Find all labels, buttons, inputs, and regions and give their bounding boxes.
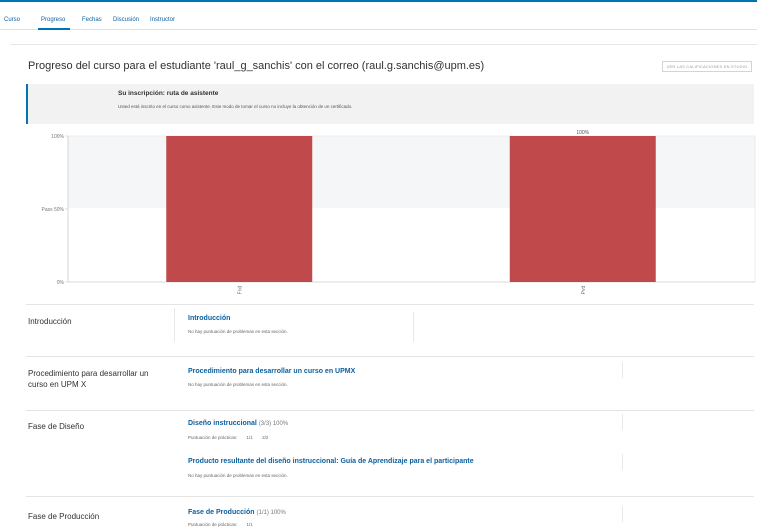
practice-score: 2/2 [262,435,269,440]
section-introduccion: Introducción [28,317,72,326]
subsection-score: (3/3) 100% [258,421,289,427]
subsection-column-divider [622,454,623,470]
subsection-link[interactable]: Producto resultante del diseño instrucci… [188,458,474,465]
subsection-column-divider [622,506,623,522]
subsection-score: (1/1) 100% [256,510,286,516]
subsection-column-divider [622,414,623,430]
section-divider [26,304,754,305]
tab-curso[interactable]: Curso [4,17,20,23]
x-tick-label: Fnd [237,285,243,294]
bar-data-label: 100% [576,130,589,136]
active-tab-indicator [38,28,70,30]
subsection-link[interactable]: Diseño instruccional [188,420,257,427]
progress-chart: 100% Pass 50% 0% Fnd 100% Pvd [41,130,756,294]
enrollment-title: Su inscripción: ruta de asistente [118,90,219,97]
subsection-note: No hay puntuación de problemas en esta s… [188,473,288,478]
tab-instructor[interactable]: Instructor [150,17,175,23]
page-title: Progreso del curso para el estudiante 'r… [28,60,485,72]
practice-scores: Puntuación de prácticas: 1/1 [188,522,261,527]
bar [166,136,313,282]
subsection-link[interactable]: Introducción [188,315,230,322]
practice-scores: Puntuación de prácticas: 1/1 2/2 [188,435,276,440]
section-procedimiento: Procedimiento para desarrollar un curso … [28,369,149,389]
bar [509,136,656,282]
view-grades-button[interactable]: VER LAS CALIFICACIONES EN STUDIO [662,61,752,72]
course-tabs: Curso Progreso Fechas Discusión Instruct… [0,14,757,30]
x-tick-label: Pvd [581,285,587,294]
section-fase-produccion: Fase de Producción [28,512,100,521]
subsection-row: Diseño instruccional (3/3) 100% [188,420,288,427]
subsection-column-divider [622,362,623,378]
y-tick-label: 100% [51,134,64,140]
top-bar [0,0,757,14]
subsection-link[interactable]: Procedimiento para desarrollar un curso … [188,368,355,375]
tab-progreso[interactable]: Progreso [41,17,65,23]
tab-fechas[interactable]: Fechas [82,17,102,23]
subsection-column-divider [413,312,414,342]
practice-score: 1/1 [246,522,253,527]
subsection-note: No hay puntuación de problemas en esta s… [188,382,288,387]
tab-discusion[interactable]: Discusión [113,17,139,23]
subsection-note: No hay puntuación de problemas en esta s… [188,329,288,334]
practice-label: Puntuación de prácticas: [188,435,238,440]
section-divider [26,496,754,497]
section-column-divider [174,308,175,342]
enrollment-description: Usted está inscrito en el curso como asi… [118,104,353,109]
y-tick-label: 0% [57,280,65,286]
section-divider [26,356,754,357]
subsection-row: Fase de Producción (1/1) 100% [188,509,286,516]
section-fase-diseno: Fase de Diseño [28,422,85,431]
subsection-link[interactable]: Fase de Producción [188,509,255,516]
practice-label: Puntuación de prácticas: [188,522,238,527]
practice-score: 1/1 [246,435,253,440]
y-tick-label: Pass 50% [41,207,64,213]
section-divider [26,410,754,411]
